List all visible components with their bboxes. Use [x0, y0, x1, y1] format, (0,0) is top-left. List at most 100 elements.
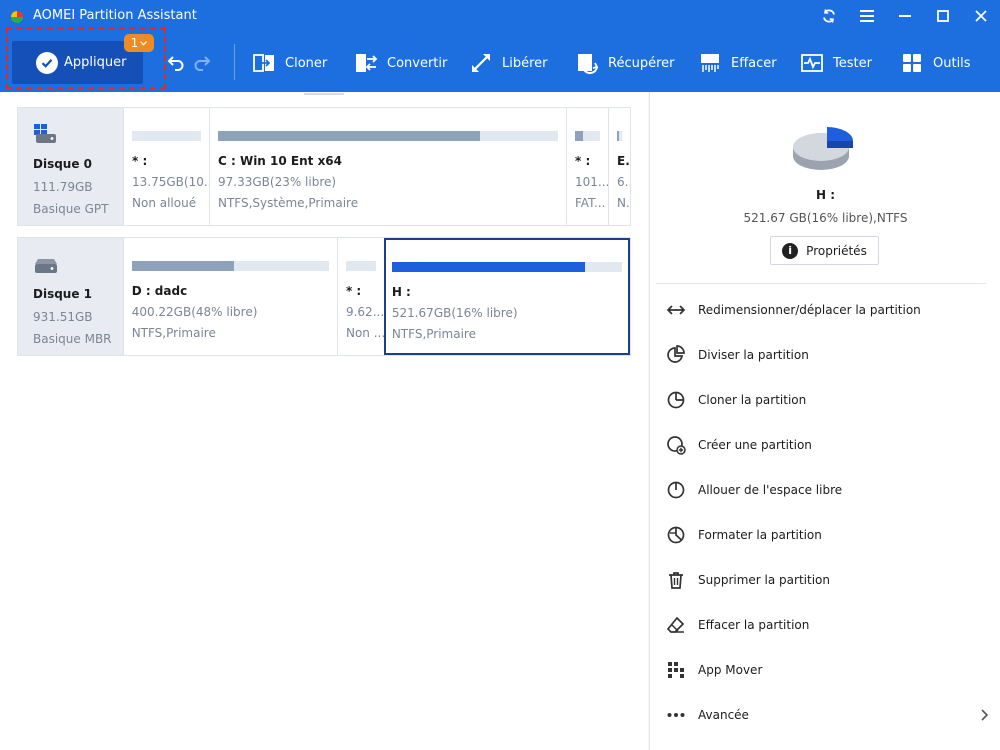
op-clone-partition[interactable]: Cloner la partition: [666, 385, 991, 415]
partition-name: * :: [132, 154, 148, 168]
partition-size: 6...: [617, 175, 630, 189]
split-icon: [667, 345, 685, 363]
usage-bar: [345, 261, 376, 271]
disk-1-info[interactable]: Disque 1 931.51GB Basique MBR: [18, 238, 123, 355]
op-advanced[interactable]: Avancée: [666, 700, 991, 730]
close-button[interactable]: [962, 0, 1000, 32]
operations-panel: H : 521.67 GB(16% libre),NTFS i Propriét…: [649, 92, 1000, 750]
disk-0-info[interactable]: Disque 0 111.79GB Basique GPT: [18, 108, 123, 225]
format-icon: [667, 526, 685, 544]
create-partition-icon: [667, 436, 686, 455]
partition-unallocated[interactable]: * : 9.62... Non ...: [336, 238, 384, 355]
disk-1-row: Disque 1 931.51GB Basique MBR D : dadc 4…: [17, 237, 631, 356]
op-delete[interactable]: Supprimer la partition: [666, 565, 991, 595]
app-logo-icon: [11, 11, 23, 23]
usage-fill: [218, 131, 480, 141]
disk-name: Disque 0: [33, 157, 93, 171]
wipe-button[interactable]: Effacer: [698, 49, 777, 77]
more-icon: [667, 713, 685, 717]
partition-fs: N...: [617, 196, 630, 210]
disk-type: Basique MBR: [33, 332, 112, 346]
convert-button[interactable]: Convertir: [354, 49, 447, 77]
selected-partition-name: H :: [815, 188, 836, 202]
op-split[interactable]: Diviser la partition: [666, 340, 991, 370]
properties-button[interactable]: i Propriétés: [770, 236, 879, 265]
op-app-mover[interactable]: App Mover: [666, 655, 991, 685]
convert-label: Convertir: [387, 55, 448, 71]
partition-size: 521.67GB(16% libre): [391, 306, 518, 320]
undo-icon[interactable]: [167, 53, 185, 71]
usage-bar: [617, 131, 622, 141]
maximize-button[interactable]: [924, 0, 962, 32]
partition-name: C : Win 10 Ent x64: [218, 154, 343, 168]
recover-button[interactable]: Récupérer: [575, 49, 675, 77]
partition-fat[interactable]: * : 101.... FAT...: [566, 108, 608, 225]
op-format[interactable]: Formater la partition: [666, 520, 991, 550]
op-label: Supprimer la partition: [698, 573, 830, 587]
tools-label: Outils: [933, 55, 971, 71]
check-icon: [36, 51, 58, 74]
close-icon: [975, 10, 987, 22]
toolbar: AOMEI Partition Assistant Appliquer 1 Cl…: [0, 0, 1000, 92]
op-label: Allouer de l'espace libre: [698, 483, 843, 497]
disk-size: 931.51GB: [33, 310, 93, 324]
hamburger-icon: [860, 10, 874, 22]
free-up-button[interactable]: Libérer: [469, 49, 548, 77]
pending-count: 1: [130, 36, 139, 50]
partition-fs: Non alloué: [132, 196, 197, 210]
selected-partition-info: 521.67 GB(16% libre),NTFS: [743, 211, 908, 225]
usage-fill: [617, 131, 619, 141]
allocate-icon: [667, 481, 685, 499]
refresh-icon: [823, 9, 835, 23]
partition-h-selected[interactable]: H : 521.67GB(16% libre) NTFS,Primaire: [383, 238, 630, 355]
clone-button[interactable]: Cloner: [252, 49, 327, 77]
partition-fs: Non ...: [345, 326, 384, 340]
op-label: Cloner la partition: [698, 393, 807, 407]
op-resize-move[interactable]: Redimensionner/déplacer la partition: [666, 295, 991, 325]
usage-bar: [218, 131, 558, 141]
test-button[interactable]: Tester: [800, 49, 872, 77]
chevron-right-icon: [981, 709, 989, 721]
recover-label: Récupérer: [608, 55, 675, 71]
disk-map: Disque 0 111.79GB Basique GPT * : 13.75G…: [0, 92, 648, 750]
partition-name: D : dadc: [131, 284, 188, 298]
test-label: Tester: [833, 55, 872, 71]
usage-bar: [391, 262, 622, 272]
partition-c[interactable]: C : Win 10 Ent x64 97.33GB(23% libre) NT…: [209, 108, 566, 225]
op-wipe-partition[interactable]: Effacer la partition: [666, 610, 991, 640]
clone-label: Cloner: [285, 55, 328, 71]
info-icon: i: [782, 242, 799, 259]
partition-size: 400.22GB(48% libre): [131, 305, 258, 319]
pending-operations-badge[interactable]: 1: [124, 34, 154, 52]
toolbar-separator: [234, 44, 235, 80]
partition-fs: NTFS,Primaire: [131, 326, 216, 340]
tools-button[interactable]: Outils: [900, 49, 971, 77]
panel-separator: [656, 283, 986, 284]
trash-icon: [669, 572, 683, 589]
menu-button[interactable]: [848, 0, 886, 32]
tools-icon: [903, 54, 921, 72]
gpt-disk-icon: [34, 124, 56, 143]
partition-size: 101....: [575, 175, 608, 189]
usage-fill: [131, 261, 235, 271]
disk-size: 111.79GB: [33, 180, 93, 194]
test-icon: [801, 54, 823, 72]
op-allocate-free-space[interactable]: Allouer de l'espace libre: [666, 475, 991, 505]
wipe-label: Effacer: [731, 55, 777, 71]
redo-icon[interactable]: [193, 53, 211, 71]
recover-icon: [578, 54, 599, 75]
partition-e[interactable]: E... 6... N...: [608, 108, 630, 225]
refresh-button[interactable]: [810, 0, 848, 32]
maximize-icon: [937, 10, 949, 22]
free-up-label: Libérer: [502, 55, 548, 71]
partition-d[interactable]: D : dadc 400.22GB(48% libre) NTFS,Primai…: [122, 238, 337, 355]
free-up-icon: [472, 54, 490, 72]
scroll-indicator: [304, 93, 344, 95]
minimize-button[interactable]: [886, 0, 924, 32]
partition-name: * :: [575, 154, 591, 168]
partition-name: * :: [345, 284, 362, 298]
clone-icon: [253, 54, 274, 72]
op-create-partition[interactable]: Créer une partition: [666, 430, 991, 460]
partition-unallocated[interactable]: * : 13.75GB(10... Non alloué: [123, 108, 209, 225]
disk-name: Disque 1: [33, 287, 93, 301]
